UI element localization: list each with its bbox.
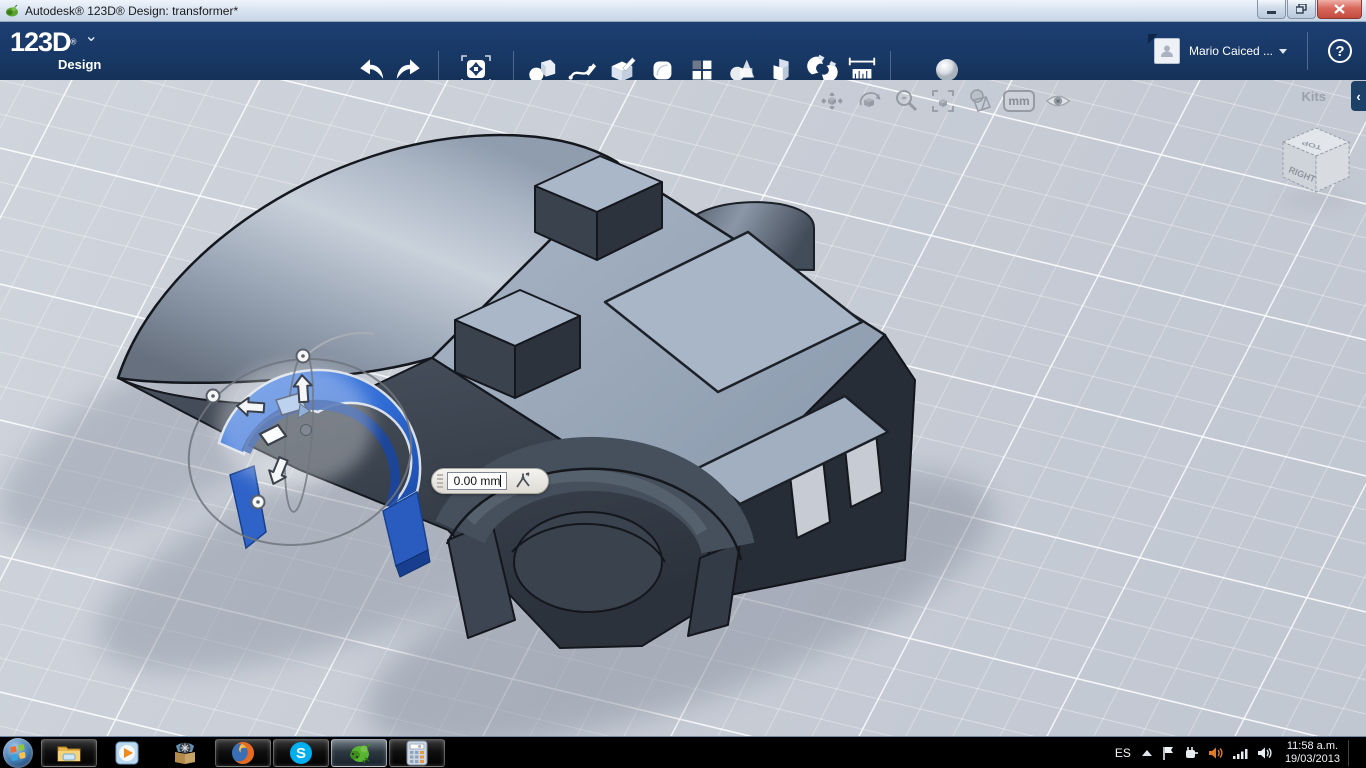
taskbar-package-app-button[interactable] <box>157 739 213 767</box>
start-button[interactable] <box>3 737 33 768</box>
kits-label: Kits <box>1301 89 1326 104</box>
user-area: Mario Caiced ... ? <box>1147 22 1352 80</box>
logo-subtext: Design <box>58 57 102 72</box>
zoom-icon[interactable] <box>892 87 920 115</box>
network-signal-icon[interactable] <box>1232 746 1248 760</box>
user-avatar[interactable] <box>1147 34 1180 64</box>
material-display-icon[interactable] <box>966 87 994 115</box>
calc-display: 0 <box>418 744 421 750</box>
minimize-button[interactable] <box>1257 0 1286 19</box>
close-button[interactable] <box>1317 0 1362 19</box>
taskbar-firefox-button[interactable] <box>215 738 271 767</box>
text-caret <box>500 475 501 487</box>
app-icon <box>6 4 18 16</box>
mini-gizmo-icon[interactable] <box>513 471 533 491</box>
kits-panel-toggle[interactable]: ‹ <box>1351 81 1366 111</box>
taskbar-clock[interactable]: 11:58 a.m. 19/03/2013 <box>1285 740 1349 766</box>
visibility-eye-icon[interactable] <box>1044 87 1072 115</box>
volume-speaker-icon[interactable] <box>1256 745 1273 761</box>
logo-text: 123D <box>10 27 72 57</box>
skype-glyph: S <box>296 745 306 762</box>
app-logo[interactable]: 123D® ⌄ Design <box>10 26 101 72</box>
taskbar-media-player-button[interactable] <box>99 739 155 767</box>
restore-button[interactable] <box>1287 0 1316 19</box>
toolbar-separator <box>1307 32 1308 70</box>
clock-date: 19/03/2013 <box>1284 753 1340 765</box>
taskbar-123d-button[interactable] <box>331 738 387 767</box>
pan-icon[interactable] <box>818 87 846 115</box>
taskbar-explorer-button[interactable] <box>41 738 97 767</box>
app-toolbar: 123D® ⌄ Design Mario Caiced ... ? <box>0 22 1366 91</box>
window-titlebar: Autodesk® 123D® Design: transformer* <box>0 0 1366 22</box>
scene-canvas[interactable]: TOP RIGHT <box>0 80 1366 736</box>
units-button[interactable]: mm <box>1003 90 1035 112</box>
clock-time: 11:58 a.m. <box>1286 740 1339 752</box>
view-cube[interactable]: TOP RIGHT <box>1280 127 1352 209</box>
language-indicator[interactable]: ES <box>1113 746 1133 760</box>
logo-chevron-icon: ⌄ <box>84 28 98 45</box>
orbit-icon[interactable] <box>855 87 883 115</box>
power-plug-icon[interactable] <box>1183 745 1199 761</box>
help-button[interactable]: ? <box>1328 39 1352 63</box>
pill-grip[interactable] <box>437 474 443 488</box>
system-tray: ES 11:58 a.m. 19/03/2013 <box>1113 737 1362 768</box>
show-desktop-strip[interactable] <box>1357 737 1362 768</box>
action-center-flag-icon[interactable] <box>1161 745 1175 761</box>
viewport-3d[interactable]: TOP RIGHT mm Kits ‹ <box>0 80 1366 736</box>
taskbar-calculator-button[interactable]: 0 <box>389 738 445 767</box>
audio-manager-icon[interactable] <box>1207 745 1224 761</box>
chevron-left-icon: ‹ <box>1356 88 1361 104</box>
user-menu-caret-icon[interactable] <box>1279 48 1287 54</box>
viewport-nav-bar: mm <box>818 87 1072 115</box>
windows-taskbar: S 0 ES 11:58 a.m. 19/03/2013 <box>0 736 1366 768</box>
user-name[interactable]: Mario Caiced ... <box>1189 44 1273 58</box>
fit-view-icon[interactable] <box>929 87 957 115</box>
taskbar-skype-button[interactable]: S <box>273 738 329 767</box>
dimension-pill <box>431 468 549 494</box>
gizmo-center-ball[interactable] <box>300 424 312 436</box>
dimension-input[interactable] <box>447 472 507 490</box>
hidden-icons-chevron[interactable] <box>1141 748 1153 758</box>
window-title: Autodesk® 123D® Design: transformer* <box>25 3 239 18</box>
